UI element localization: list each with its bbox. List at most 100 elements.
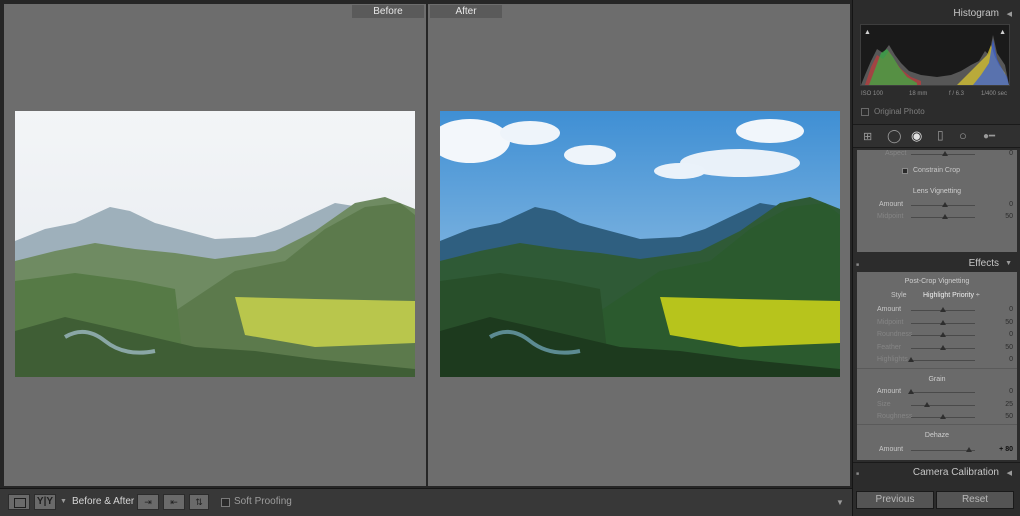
pcv-midpoint-label: Midpoint: [877, 318, 904, 326]
grain-amount-thumb[interactable]: [908, 389, 914, 394]
style-label: Style: [891, 292, 907, 299]
dehaze-amount-thumb[interactable]: [965, 447, 972, 452]
grain-roughness-thumb[interactable]: [940, 414, 946, 419]
copy-before-to-after-button[interactable]: ⇥: [137, 494, 159, 510]
loupe-view-button[interactable]: [8, 494, 30, 510]
collapse-triangle-icon: ◀: [1006, 470, 1012, 477]
before-after-view-button[interactable]: Y|Y: [34, 494, 56, 510]
grain-size-value: 25: [1005, 400, 1013, 408]
preview-area: Before After: [0, 0, 852, 488]
grain-size-thumb[interactable]: [924, 401, 930, 407]
shadow-clipping-icon[interactable]: ▲: [864, 29, 871, 36]
panel-switch-icon[interactable]: ■: [856, 262, 859, 268]
grain-amount-label: Amount: [877, 388, 902, 395]
swap-before-after-button[interactable]: ⇅: [189, 494, 209, 510]
before-photo[interactable]: [15, 111, 415, 377]
dehaze-heading: Dehaze: [924, 432, 950, 439]
exif-focal-length: 18 mm: [909, 91, 928, 97]
effects-header[interactable]: ■ Effects ▼: [853, 254, 1020, 274]
arrow-left-icon: ⇤: [170, 497, 178, 507]
lightroom-develop-window: Before After Y|Y ▼ Before & After: ⇥ ⇤ …: [0, 0, 1020, 516]
collapse-triangle-icon: ◀: [1006, 11, 1012, 18]
pcv-highlights-label: Highlights: [877, 356, 908, 363]
right-panel: Histogram ◀ ▲ ▲ ISO 100 18 mm f / 6.3 1/…: [852, 0, 1020, 516]
aspect-label: Aspect: [885, 150, 907, 157]
aspect-slider-thumb[interactable]: [942, 151, 948, 156]
effects-title: Effects: [968, 258, 999, 269]
bottom-toolbar: Y|Y ▼ Before & After : ⇥ ⇤ ⇅ Soft Proofi…: [0, 488, 852, 516]
exif-aperture: f / 6.3: [949, 91, 965, 97]
pcv-feather-value: 50: [1005, 343, 1013, 351]
original-photo-checkbox[interactable]: [861, 108, 869, 116]
exif-shutter: 1/400 sec: [981, 91, 1008, 97]
aspect-value: 0: [1009, 150, 1013, 157]
soft-proofing-checkbox[interactable]: [221, 498, 230, 507]
arrow-right-icon: ⇥: [144, 497, 152, 507]
post-crop-vignetting-heading: Post-Crop Vignetting: [904, 278, 970, 285]
pcv-feather-thumb[interactable]: [940, 344, 946, 350]
grain-size-label: Size: [877, 400, 891, 408]
pcv-midpoint-thumb[interactable]: [940, 319, 946, 325]
pcv-roundness-value: 0: [1009, 331, 1013, 338]
tool-strip: ⊞ ◯ ◉ ▯ ○ ●━: [853, 124, 1020, 148]
lens-vignetting-amount-label: Amount: [879, 201, 904, 208]
dehaze-amount-value: + 80: [999, 446, 1013, 453]
style-dropdown[interactable]: Highlight Priority ÷: [923, 292, 980, 299]
copy-after-to-before-button[interactable]: ⇤: [163, 494, 185, 510]
pcv-roundness-label: Roundness: [877, 331, 913, 338]
lens-vignetting-midpoint-label: Midpoint: [877, 213, 904, 220]
pcv-highlights-track[interactable]: [911, 360, 975, 361]
before-label: Before: [352, 5, 424, 18]
reset-button[interactable]: Reset: [936, 491, 1014, 509]
section-divider: [857, 424, 1017, 425]
lens-vignetting-amount-thumb[interactable]: [942, 202, 948, 207]
after-photo[interactable]: [440, 111, 840, 377]
before-photo-image: [15, 111, 415, 377]
pcv-highlights-thumb[interactable]: [908, 357, 914, 362]
radial-filter-tool-icon[interactable]: ○: [959, 128, 967, 143]
pcv-amount-value: 0: [1009, 306, 1013, 313]
before-after-label: Before & After :: [72, 496, 140, 507]
histogram-title: Histogram: [953, 8, 999, 19]
collapse-triangle-icon: ▼: [1005, 260, 1012, 267]
crop-panel-section: Aspect 0 Constrain Crop Lens Vignetting …: [857, 150, 1017, 252]
adjustment-brush-tool-icon[interactable]: ●━: [983, 131, 995, 142]
constrain-crop-checkbox[interactable]: [902, 168, 908, 174]
grain-amount-track[interactable]: [911, 392, 975, 393]
panel-switch-icon[interactable]: ■: [856, 471, 859, 477]
grain-size-track[interactable]: [911, 404, 975, 406]
pcv-amount-thumb[interactable]: [940, 307, 946, 312]
pcv-roundness-thumb[interactable]: [940, 332, 946, 337]
pcv-midpoint-value: 50: [1005, 318, 1013, 326]
dehaze-amount-label: Amount: [879, 446, 904, 453]
lens-vignetting-midpoint-thumb[interactable]: [942, 214, 948, 219]
histogram-chart[interactable]: ▲ ▲: [860, 24, 1010, 86]
after-label: After: [430, 5, 502, 18]
crop-overlay-tool-icon[interactable]: ⊞: [863, 130, 872, 143]
histogram-header[interactable]: Histogram ◀: [853, 4, 1020, 24]
previous-button[interactable]: Previous: [856, 491, 934, 509]
camera-calibration-title: Camera Calibration: [912, 467, 999, 478]
pcv-amount-label: Amount: [877, 306, 902, 313]
section-divider: [857, 368, 1017, 369]
graduated-filter-tool-icon[interactable]: ▯: [937, 128, 944, 142]
camera-calibration-header[interactable]: ■ Camera Calibration ◀: [853, 462, 1020, 482]
swap-icon: ⇅: [195, 497, 203, 507]
highlight-clipping-icon[interactable]: ▲: [999, 29, 1006, 36]
after-pane: After: [428, 4, 850, 486]
red-eye-tool-icon[interactable]: ◉: [911, 128, 922, 144]
before-pane: Before: [4, 4, 426, 486]
lens-vignetting-midpoint-value: 50: [1005, 213, 1013, 220]
spot-removal-tool-icon[interactable]: ◯: [887, 128, 902, 144]
original-photo-label: Original Photo: [874, 107, 925, 116]
toolbar-options-icon[interactable]: ▼: [836, 498, 844, 507]
exif-iso: ISO 100: [861, 91, 884, 97]
after-photo-image: [440, 111, 840, 377]
grain-amount-value: 0: [1009, 388, 1013, 395]
effects-panel-section: Post-Crop Vignetting Style Highlight Pri…: [857, 272, 1017, 460]
pcv-highlights-value: 0: [1009, 356, 1013, 363]
lens-vignetting-amount-value: 0: [1009, 201, 1013, 208]
pcv-feather-label: Feather: [877, 343, 902, 351]
view-mode-dropdown-icon[interactable]: ▼: [60, 498, 67, 505]
soft-proofing-label: Soft Proofing: [234, 496, 292, 507]
